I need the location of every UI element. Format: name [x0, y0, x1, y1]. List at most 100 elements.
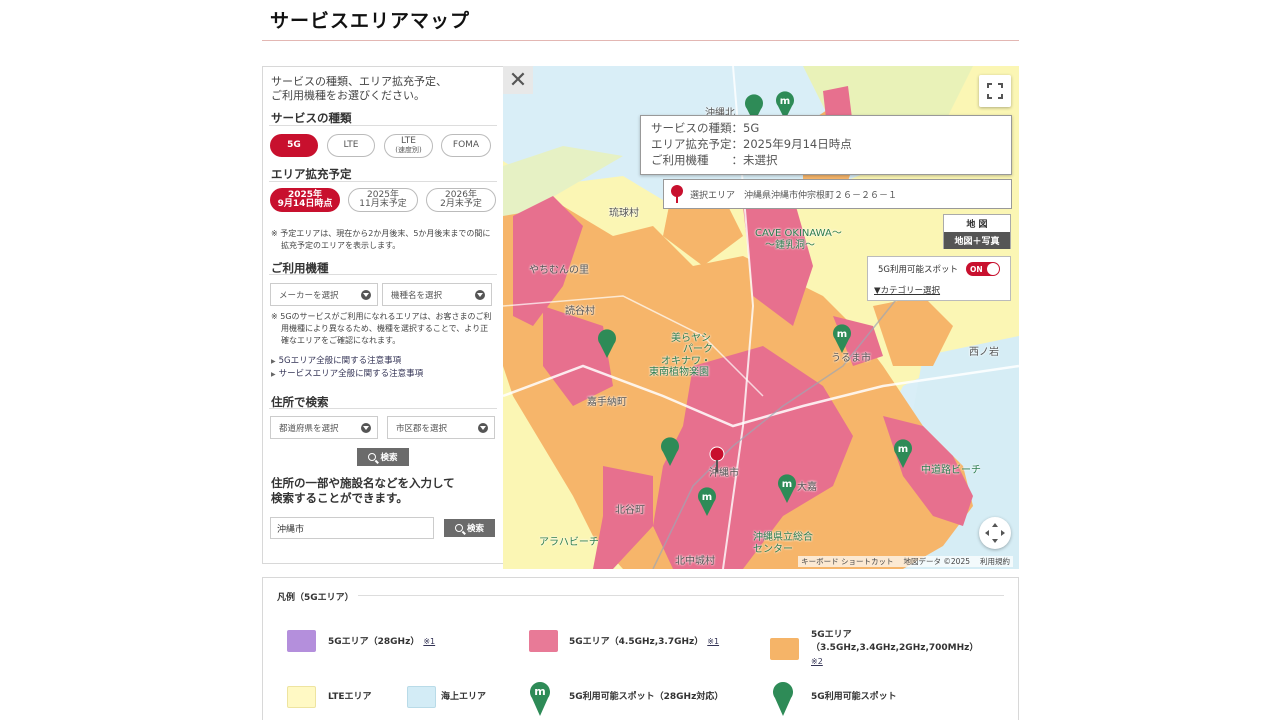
spot-control: 5G利用可能スポット ON ▼カテゴリー選択: [867, 256, 1011, 301]
svg-text:m: m: [782, 479, 792, 490]
svg-text:m: m: [534, 685, 545, 698]
map-label: 東南植物楽園: [649, 367, 709, 378]
service-foma-button[interactable]: FOMA: [441, 134, 491, 157]
chevron-down-icon: [361, 423, 371, 433]
legend-panel: 凡例（5Gエリア） 5Gエリア（28GHz） ※1 5Gエリア（4.5GHz,3.…: [262, 577, 1019, 720]
close-icon[interactable]: ✕: [503, 66, 533, 94]
note-link[interactable]: ※1: [423, 637, 435, 646]
prefecture-select[interactable]: 都道府県を選択: [270, 416, 378, 439]
fullscreen-button[interactable]: [979, 75, 1011, 107]
map-label: 嘉手納町: [587, 397, 627, 408]
device-note: ※ 5Gのサービスがご利用になれるエリアは、お客さまのご利 用機種により異なるた…: [271, 312, 492, 345]
spot-toggle[interactable]: ON: [966, 262, 1000, 276]
legend-item-45ghz: 5Gエリア（4.5GHz,3.7GHz） ※1: [569, 637, 720, 647]
map-label: 大嘉: [797, 482, 817, 493]
legend-divider: [358, 595, 1004, 596]
intro-text: サービスの種類、エリア拡充予定、 ご利用機種をお選びください。: [271, 75, 447, 102]
legend-title: 凡例（5Gエリア）: [277, 593, 354, 603]
terms-link[interactable]: 利用規約: [980, 556, 1010, 567]
svg-text:m: m: [837, 329, 847, 340]
chevron-down-icon: [478, 423, 488, 433]
map-label: 読谷村: [565, 306, 595, 317]
title-divider: [262, 40, 1019, 41]
map-label: ～鍾乳洞～: [765, 240, 815, 251]
expansion-current-button[interactable]: 2025年 9月14日時点: [270, 188, 340, 212]
section-divider: [269, 408, 497, 409]
legend-swatch-35ghz: [770, 638, 799, 660]
expansion-feb-button[interactable]: 2026年 2月末予定: [426, 188, 496, 212]
legend-swatch-45ghz: [529, 630, 558, 652]
chevron-down-icon: [475, 290, 485, 300]
map-label: センター: [753, 544, 793, 555]
map-label: 西ノ岩: [969, 347, 999, 358]
map-type-map-button[interactable]: 地 図: [944, 215, 1010, 232]
legend-swatch-28ghz: [287, 630, 316, 652]
note-link[interactable]: ※2: [811, 657, 823, 666]
selected-area-box: 選択エリア 沖縄県沖縄市仲宗根町２６－２６－１: [663, 179, 1012, 209]
map-data-credit: 地図データ ©2025: [903, 557, 970, 566]
spot-marker-icon[interactable]: [659, 436, 681, 466]
legend-swatch-sea: [407, 686, 436, 708]
note-link[interactable]: ※1: [707, 637, 719, 646]
map-label: 琉球村: [609, 208, 639, 219]
city-select[interactable]: 市区郡を選択: [387, 416, 495, 439]
section-divider: [269, 125, 497, 126]
legend-item-spot-28ghz: 5G利用可能スポット（28GHz対応）: [569, 692, 724, 702]
map-label: 中道路ビーチ: [921, 465, 981, 476]
spot-28ghz-marker-icon[interactable]: m: [831, 323, 853, 353]
address-search-button[interactable]: 検索: [357, 448, 409, 466]
location-pin-icon: [671, 185, 683, 203]
svg-text:m: m: [702, 492, 712, 503]
freeword-title: 住所の一部や施設名などを入力して 検索することができます。: [271, 476, 455, 505]
spot-label: 5G利用可能スポット: [878, 265, 958, 275]
spot-28ghz-marker-icon[interactable]: m: [696, 486, 718, 516]
legend-item-lte: LTEエリア: [328, 692, 372, 702]
link-5g-notes[interactable]: 5Gエリア全般に関する注意事項: [271, 354, 402, 366]
service-lte-speed-button[interactable]: LTE (速度別): [384, 134, 433, 158]
map-label: アラハビーチ: [539, 537, 599, 548]
service-5g-button[interactable]: 5G: [270, 134, 318, 157]
map-label: 北中城村: [675, 556, 715, 567]
freeword-search-button[interactable]: 検索: [444, 519, 495, 537]
legend-item-35ghz: 5Gエリア （3.5GHz,3.4GHz,2GHz,700MHz） ※2: [811, 630, 979, 666]
freeword-input[interactable]: [270, 517, 434, 539]
move-icon: [985, 523, 1005, 543]
map-label: 北谷町: [615, 505, 645, 516]
model-select[interactable]: 機種名を選択: [382, 283, 492, 306]
expansion-note: ※ 予定エリアは、現在から2か月後末、5か月後末までの間に 拡充予定のエリアを表…: [271, 229, 491, 250]
fullscreen-icon: [987, 83, 1003, 99]
expansion-title: エリア拡充予定: [271, 167, 352, 181]
spot-28ghz-marker-icon[interactable]: m: [776, 473, 798, 503]
chevron-down-icon: [361, 290, 371, 300]
svg-text:m: m: [780, 96, 790, 107]
coverage-map[interactable]: ✕ 沖縄北 琉球村 やちむんの里 読谷村 美らヤシ パーク オキナワ・ 東南植物…: [503, 66, 1019, 569]
legend-item-sea: 海上エリア: [441, 692, 487, 702]
map-label: やちむんの里: [529, 265, 589, 276]
service-type-title: サービスの種類: [271, 111, 352, 125]
section-divider: [269, 274, 497, 275]
legend-swatch-lte: [287, 686, 316, 708]
selected-location-pin-icon[interactable]: [708, 446, 726, 472]
maker-select[interactable]: メーカーを選択: [270, 283, 378, 306]
keyboard-shortcuts-link[interactable]: キーボード ショートカット: [801, 556, 893, 567]
spot-28ghz-marker-icon: m: [530, 682, 550, 716]
condition-info-box: サービスの種類：5G エリア拡充予定：2025年9月14日時点 ご利用機種 ：未…: [640, 115, 1012, 175]
map-type-switcher[interactable]: 地 図 地図＋写真: [943, 214, 1011, 249]
pan-control[interactable]: [979, 517, 1011, 549]
map-type-photo-button[interactable]: 地図＋写真: [944, 232, 1010, 249]
page-title: サービスエリアマップ: [270, 10, 471, 32]
spot-marker-icon[interactable]: [596, 328, 618, 358]
legend-item-28ghz: 5Gエリア（28GHz） ※1: [328, 637, 436, 647]
service-lte-button[interactable]: LTE: [327, 134, 375, 157]
expansion-nov-button[interactable]: 2025年 11月末予定: [348, 188, 418, 212]
link-service-notes[interactable]: サービスエリア全般に関する注意事項: [271, 367, 424, 379]
spot-28ghz-marker-icon[interactable]: m: [892, 438, 914, 468]
section-divider: [269, 181, 497, 182]
category-select-link[interactable]: ▼カテゴリー選択: [874, 284, 940, 296]
search-icon: [368, 453, 377, 461]
map-attribution: キーボード ショートカット 地図データ ©2025 利用規約: [798, 556, 1013, 567]
search-panel: サービスの種類、エリア拡充予定、 ご利用機種をお選びください。 サービスの種類 …: [262, 66, 504, 564]
search-icon: [454, 524, 463, 532]
svg-text:m: m: [898, 444, 908, 455]
legend-item-spot: 5G利用可能スポット: [811, 692, 897, 702]
